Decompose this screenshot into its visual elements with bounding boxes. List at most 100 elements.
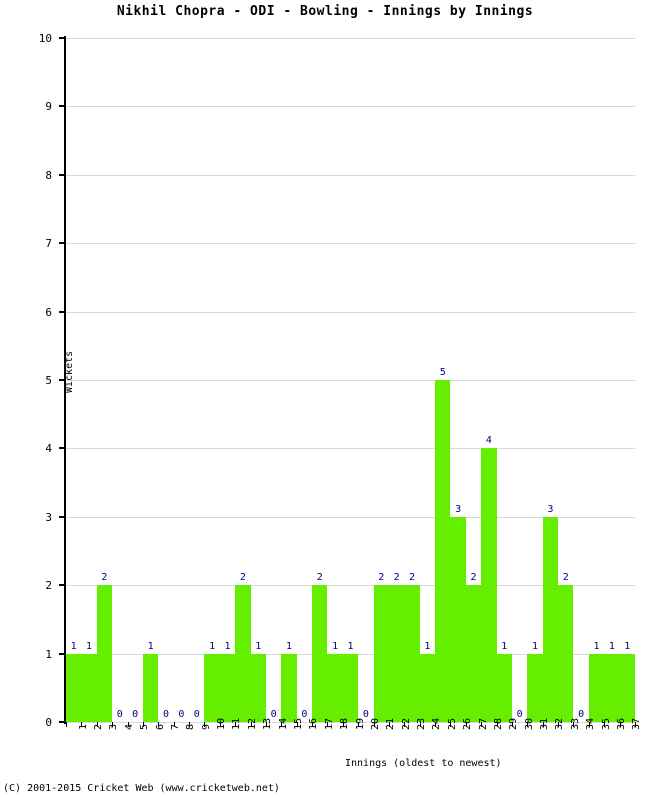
y-tick <box>59 652 66 655</box>
x-tick-label: 12 <box>246 717 258 730</box>
bar <box>219 653 236 722</box>
bar-value-label: 1 <box>424 640 431 652</box>
bar <box>281 653 297 722</box>
bar-value-label: 0 <box>132 709 139 720</box>
bar-value-label: 0 <box>162 709 169 720</box>
bar-value-label: 0 <box>193 709 200 720</box>
x-tick-label: 11 <box>231 717 243 730</box>
y-tick <box>59 447 66 450</box>
x-tick-label: 32 <box>554 717 566 730</box>
bar <box>450 516 466 722</box>
bar-value-label: 2 <box>101 572 108 584</box>
x-tick-label: 23 <box>416 717 427 730</box>
chart-title: Nikhil Chopra - ODI - Bowling - Innings … <box>116 4 534 19</box>
bar <box>435 380 451 722</box>
x-tick-label: 29 <box>508 717 520 730</box>
bar-value-label: 2 <box>316 572 323 584</box>
x-tick-label: 25 <box>446 717 458 730</box>
bar <box>619 653 635 722</box>
x-tick-label: 1 <box>77 723 89 730</box>
bar-value-label: 2 <box>239 572 246 584</box>
bar-value-label: 1 <box>147 640 154 652</box>
bar-value-label: 2 <box>562 572 569 584</box>
x-tick-label: 3 <box>108 723 120 730</box>
x-tick-label: 4 <box>123 723 135 730</box>
x-tick-label: 15 <box>292 717 304 730</box>
x-tick-label: 17 <box>323 717 335 730</box>
x-tick-label: 5 <box>139 723 151 730</box>
bar-value-label: 1 <box>209 640 216 652</box>
x-tick-label: 31 <box>539 717 551 730</box>
bar-value-label: 1 <box>255 640 262 652</box>
y-tick <box>59 242 66 245</box>
x-tick-label: 19 <box>354 717 366 730</box>
y-tick-label: 0 <box>45 716 52 729</box>
bar <box>527 653 543 722</box>
y-tick <box>59 515 66 518</box>
x-tick-label: 16 <box>308 717 320 730</box>
bar-value-label: 1 <box>624 640 631 652</box>
x-tick-label: 7 <box>169 723 181 730</box>
x-tick-label: 27 <box>477 717 489 730</box>
y-tick-label: 4 <box>45 442 52 456</box>
bar <box>404 585 420 722</box>
x-tick-label: 34 <box>585 717 597 730</box>
bar-value-label: 1 <box>285 640 292 652</box>
bar-value-label: 5 <box>439 367 446 378</box>
x-tick-label: 30 <box>523 717 535 730</box>
bar <box>481 448 497 722</box>
x-tick-label: 10 <box>216 717 228 730</box>
bar-value-label: 1 <box>86 640 93 652</box>
bar <box>96 585 113 722</box>
bar <box>388 585 405 722</box>
y-tick-label: 5 <box>45 374 52 387</box>
x-tick-label: 14 <box>277 717 289 730</box>
y-tick <box>59 37 66 39</box>
y-tick <box>59 173 66 176</box>
bar-value-label: 1 <box>532 640 539 652</box>
bar-value-label: 2 <box>470 572 477 584</box>
x-tick-label: 6 <box>154 723 166 730</box>
x-axis-title: Innings (oldest to newest) <box>345 758 502 769</box>
y-tick <box>59 721 66 723</box>
bar-value-label: 3 <box>547 503 554 515</box>
x-tick-label: 20 <box>369 717 381 730</box>
x-tick-label: 33 <box>569 717 581 730</box>
x-tick-label: 22 <box>400 717 412 730</box>
y-tick-label: 3 <box>45 510 52 524</box>
chart-root: Nikhil Chopra - ODI - Bowling - Innings … <box>0 0 650 800</box>
bar <box>204 653 220 722</box>
bar <box>342 653 359 722</box>
bar <box>542 516 559 722</box>
x-tick-label: 28 <box>492 717 504 730</box>
bar-value-label: 0 <box>178 709 185 720</box>
bar <box>496 653 512 722</box>
bar-value-label: 1 <box>347 640 354 652</box>
y-tick <box>59 105 66 108</box>
bar-value-label: 1 <box>332 640 339 652</box>
bar <box>312 585 328 722</box>
bar-value-label: 4 <box>485 435 492 447</box>
x-tick-label: 9 <box>200 723 212 730</box>
bar-value-label: 0 <box>116 709 123 720</box>
y-tick <box>59 310 66 313</box>
bar-value-label: 1 <box>224 640 231 652</box>
x-tick-label: 13 <box>262 717 274 730</box>
bar <box>373 585 389 722</box>
y-tick <box>59 584 66 587</box>
x-tick-label: 35 <box>600 717 612 730</box>
x-tick-label: 24 <box>431 717 443 730</box>
x-tick-label: 8 <box>185 723 197 730</box>
x-tick-label: 37 <box>631 717 643 730</box>
x-tick-label: 26 <box>462 717 474 730</box>
y-tick-label: 7 <box>45 237 52 251</box>
bar <box>604 653 620 722</box>
y-tick-label: 10 <box>38 32 52 45</box>
bar <box>558 585 574 722</box>
bar <box>235 585 251 722</box>
bar <box>142 653 159 722</box>
bar-value-label: 2 <box>408 572 416 584</box>
x-tick-label: 36 <box>615 717 627 730</box>
bar <box>588 653 605 722</box>
bar <box>327 653 343 722</box>
